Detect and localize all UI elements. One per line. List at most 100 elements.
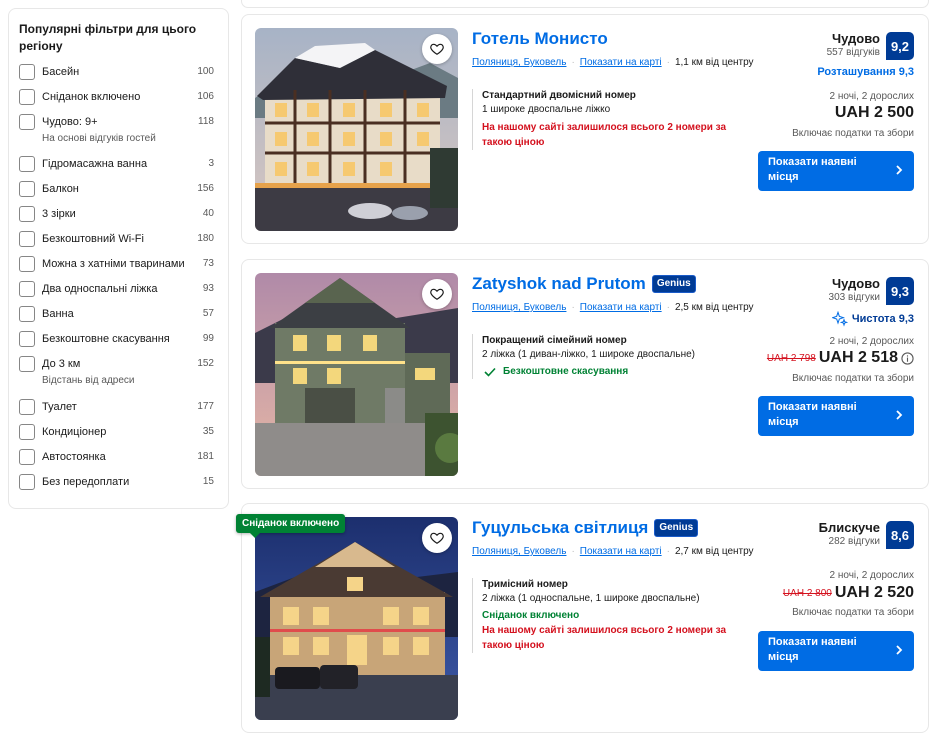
- filter-count: 73: [202, 258, 214, 269]
- filter-count: 40: [202, 208, 214, 219]
- filter-count: 118: [198, 116, 214, 127]
- review-count: 282 відгуки: [828, 536, 880, 547]
- filter-checkbox[interactable]: [19, 64, 35, 80]
- city-link[interactable]: Поляниця, Буковель: [472, 57, 566, 68]
- property-photo[interactable]: [255, 28, 458, 231]
- filter-wifi[interactable]: Безкоштовний Wi-Fi 180: [19, 231, 218, 256]
- previous-card-edge: [241, 0, 929, 8]
- heart-icon: [430, 43, 444, 55]
- show-on-map-link[interactable]: Показати на карті: [580, 546, 662, 557]
- filters-title: Популярні фільтри для цього регіону: [19, 22, 197, 53]
- filter-pool[interactable]: Басейн 100: [19, 64, 218, 89]
- filter-checkbox[interactable]: [19, 399, 35, 415]
- property-name[interactable]: Готель Монисто: [472, 29, 608, 49]
- filter-count: 3: [208, 158, 214, 169]
- show-on-map-link[interactable]: Показати на карті: [580, 57, 662, 68]
- filter-checkbox[interactable]: [19, 424, 35, 440]
- filter-distance[interactable]: До 3 км Відстань від адреси 152: [19, 356, 218, 399]
- filter-twin-beds[interactable]: Два односпальні ліжка 93: [19, 281, 218, 306]
- filter-checkbox[interactable]: [19, 306, 35, 322]
- review-score-badge[interactable]: 9,2: [886, 32, 914, 60]
- free-cancellation: Безкоштовне скасування: [482, 365, 737, 379]
- price: UAH 2 798 UAH 2 518: [767, 349, 914, 367]
- favorite-button[interactable]: [422, 279, 452, 309]
- filter-3-stars[interactable]: 3 зірки 40: [19, 206, 218, 231]
- filter-checkbox[interactable]: [19, 114, 35, 130]
- filter-label: Безкоштовний Wi-Fi: [42, 233, 144, 245]
- show-on-map-link[interactable]: Показати на карті: [580, 302, 662, 313]
- filter-label: Басейн: [42, 66, 80, 78]
- see-availability-button[interactable]: Показати наявні місця: [758, 396, 914, 436]
- filter-checkbox[interactable]: [19, 356, 35, 372]
- heart-icon: [430, 288, 444, 300]
- favorite-button[interactable]: [422, 34, 452, 64]
- property-card: Готель Монисто Поляниця, Буковель · Пока…: [241, 14, 929, 244]
- filter-pets[interactable]: Можна з хатніми тваринами 73: [19, 256, 218, 281]
- review-score-badge[interactable]: 9,3: [886, 277, 914, 305]
- filter-count: 152: [197, 358, 214, 369]
- filter-checkbox[interactable]: [19, 281, 35, 297]
- filter-checkbox[interactable]: [19, 256, 35, 272]
- location-line: Поляниця, Буковель · Показати на карті ·…: [472, 546, 754, 557]
- filter-label: Кондиціонер: [42, 426, 107, 438]
- taxes-note: Включає податки та збори: [792, 607, 914, 618]
- chevron-right-icon: [896, 645, 903, 655]
- room-info: Тримісний номер 2 ліжка (1 односпальне, …: [472, 578, 737, 653]
- price: UAH 2 800 UAH 2 520: [783, 584, 914, 602]
- filter-air-conditioning[interactable]: Кондиціонер 35: [19, 424, 218, 449]
- see-availability-button[interactable]: Показати наявні місця: [758, 631, 914, 671]
- filter-toilet[interactable]: Туалет 177: [19, 399, 218, 424]
- filter-label: Без передоплати: [42, 476, 130, 488]
- city-link[interactable]: Поляниця, Буковель: [472, 546, 566, 557]
- filter-checkbox[interactable]: [19, 331, 35, 347]
- filter-label: Гідромасажна ванна: [42, 158, 148, 170]
- property-photo[interactable]: [255, 517, 458, 720]
- filter-breakfast[interactable]: Сніданок включено 106: [19, 89, 218, 114]
- room-info: Покращений сімейний номер 2 ліжка (1 див…: [472, 334, 737, 379]
- genius-badge: Genius: [651, 275, 696, 293]
- filter-label: Балкон: [42, 183, 79, 195]
- scarcity-warning: На нашому сайті залишилося всього 2 номе…: [482, 122, 727, 148]
- location-line: Поляниця, Буковель · Показати на карті ·…: [472, 57, 754, 68]
- filter-label: Чудово: 9+: [42, 116, 98, 128]
- filter-checkbox[interactable]: [19, 449, 35, 465]
- favorite-button[interactable]: [422, 523, 452, 553]
- see-availability-button[interactable]: Показати наявні місця: [758, 151, 914, 191]
- room-bed: 1 широке двоспальне ліжко: [482, 104, 611, 115]
- filter-count: 57: [202, 308, 214, 319]
- filter-checkbox[interactable]: [19, 206, 35, 222]
- city-link[interactable]: Поляниця, Буковель: [472, 302, 566, 313]
- cta-label: Показати наявні місця: [768, 401, 857, 428]
- distance-text: 1,1 км від центру: [674, 57, 754, 68]
- property-photo[interactable]: [255, 273, 458, 476]
- original-price: UAH 2 800: [782, 587, 832, 599]
- filter-checkbox[interactable]: [19, 231, 35, 247]
- filter-bathtub[interactable]: Ванна 57: [19, 306, 218, 331]
- filter-checkbox[interactable]: [19, 181, 35, 197]
- filter-checkbox[interactable]: [19, 474, 35, 490]
- filter-balcony[interactable]: Балкон 156: [19, 181, 218, 206]
- filter-count: 100: [197, 66, 214, 77]
- property-name[interactable]: Zatyshok nad Prutom Genius: [472, 274, 696, 294]
- location-subscore: Розташування 9,3: [817, 66, 914, 78]
- current-price: UAH 2 520: [834, 584, 914, 601]
- filter-label: Два односпальні ліжка: [42, 283, 158, 295]
- property-name[interactable]: Гуцульська світлиця Genius: [472, 518, 699, 538]
- review-score-badge[interactable]: 8,6: [886, 521, 914, 549]
- checkmark-icon: [484, 367, 496, 377]
- property-card: Zatyshok nad Prutom Genius Поляниця, Бук…: [241, 259, 929, 489]
- filter-free-cancellation[interactable]: Безкоштовне скасування 99: [19, 331, 218, 356]
- chevron-right-icon: [896, 165, 903, 175]
- room-bed: 2 ліжка (1 диван-ліжко, 1 широке двоспал…: [482, 349, 696, 360]
- filter-hot-tub[interactable]: Гідромасажна ванна 3: [19, 156, 218, 181]
- current-price: UAH 2 500: [834, 104, 914, 121]
- filter-no-prepayment[interactable]: Без передоплати 15: [19, 474, 218, 499]
- filter-label: Туалет: [42, 401, 77, 413]
- info-icon[interactable]: [901, 351, 914, 365]
- filter-count: 180: [197, 233, 214, 244]
- filter-count: 15: [202, 476, 214, 487]
- filter-checkbox[interactable]: [19, 156, 35, 172]
- filter-superb[interactable]: Чудово: 9+ На основі відгуків гостей 118: [19, 114, 218, 156]
- filter-checkbox[interactable]: [19, 89, 35, 105]
- filter-parking[interactable]: Автостоянка 181: [19, 449, 218, 474]
